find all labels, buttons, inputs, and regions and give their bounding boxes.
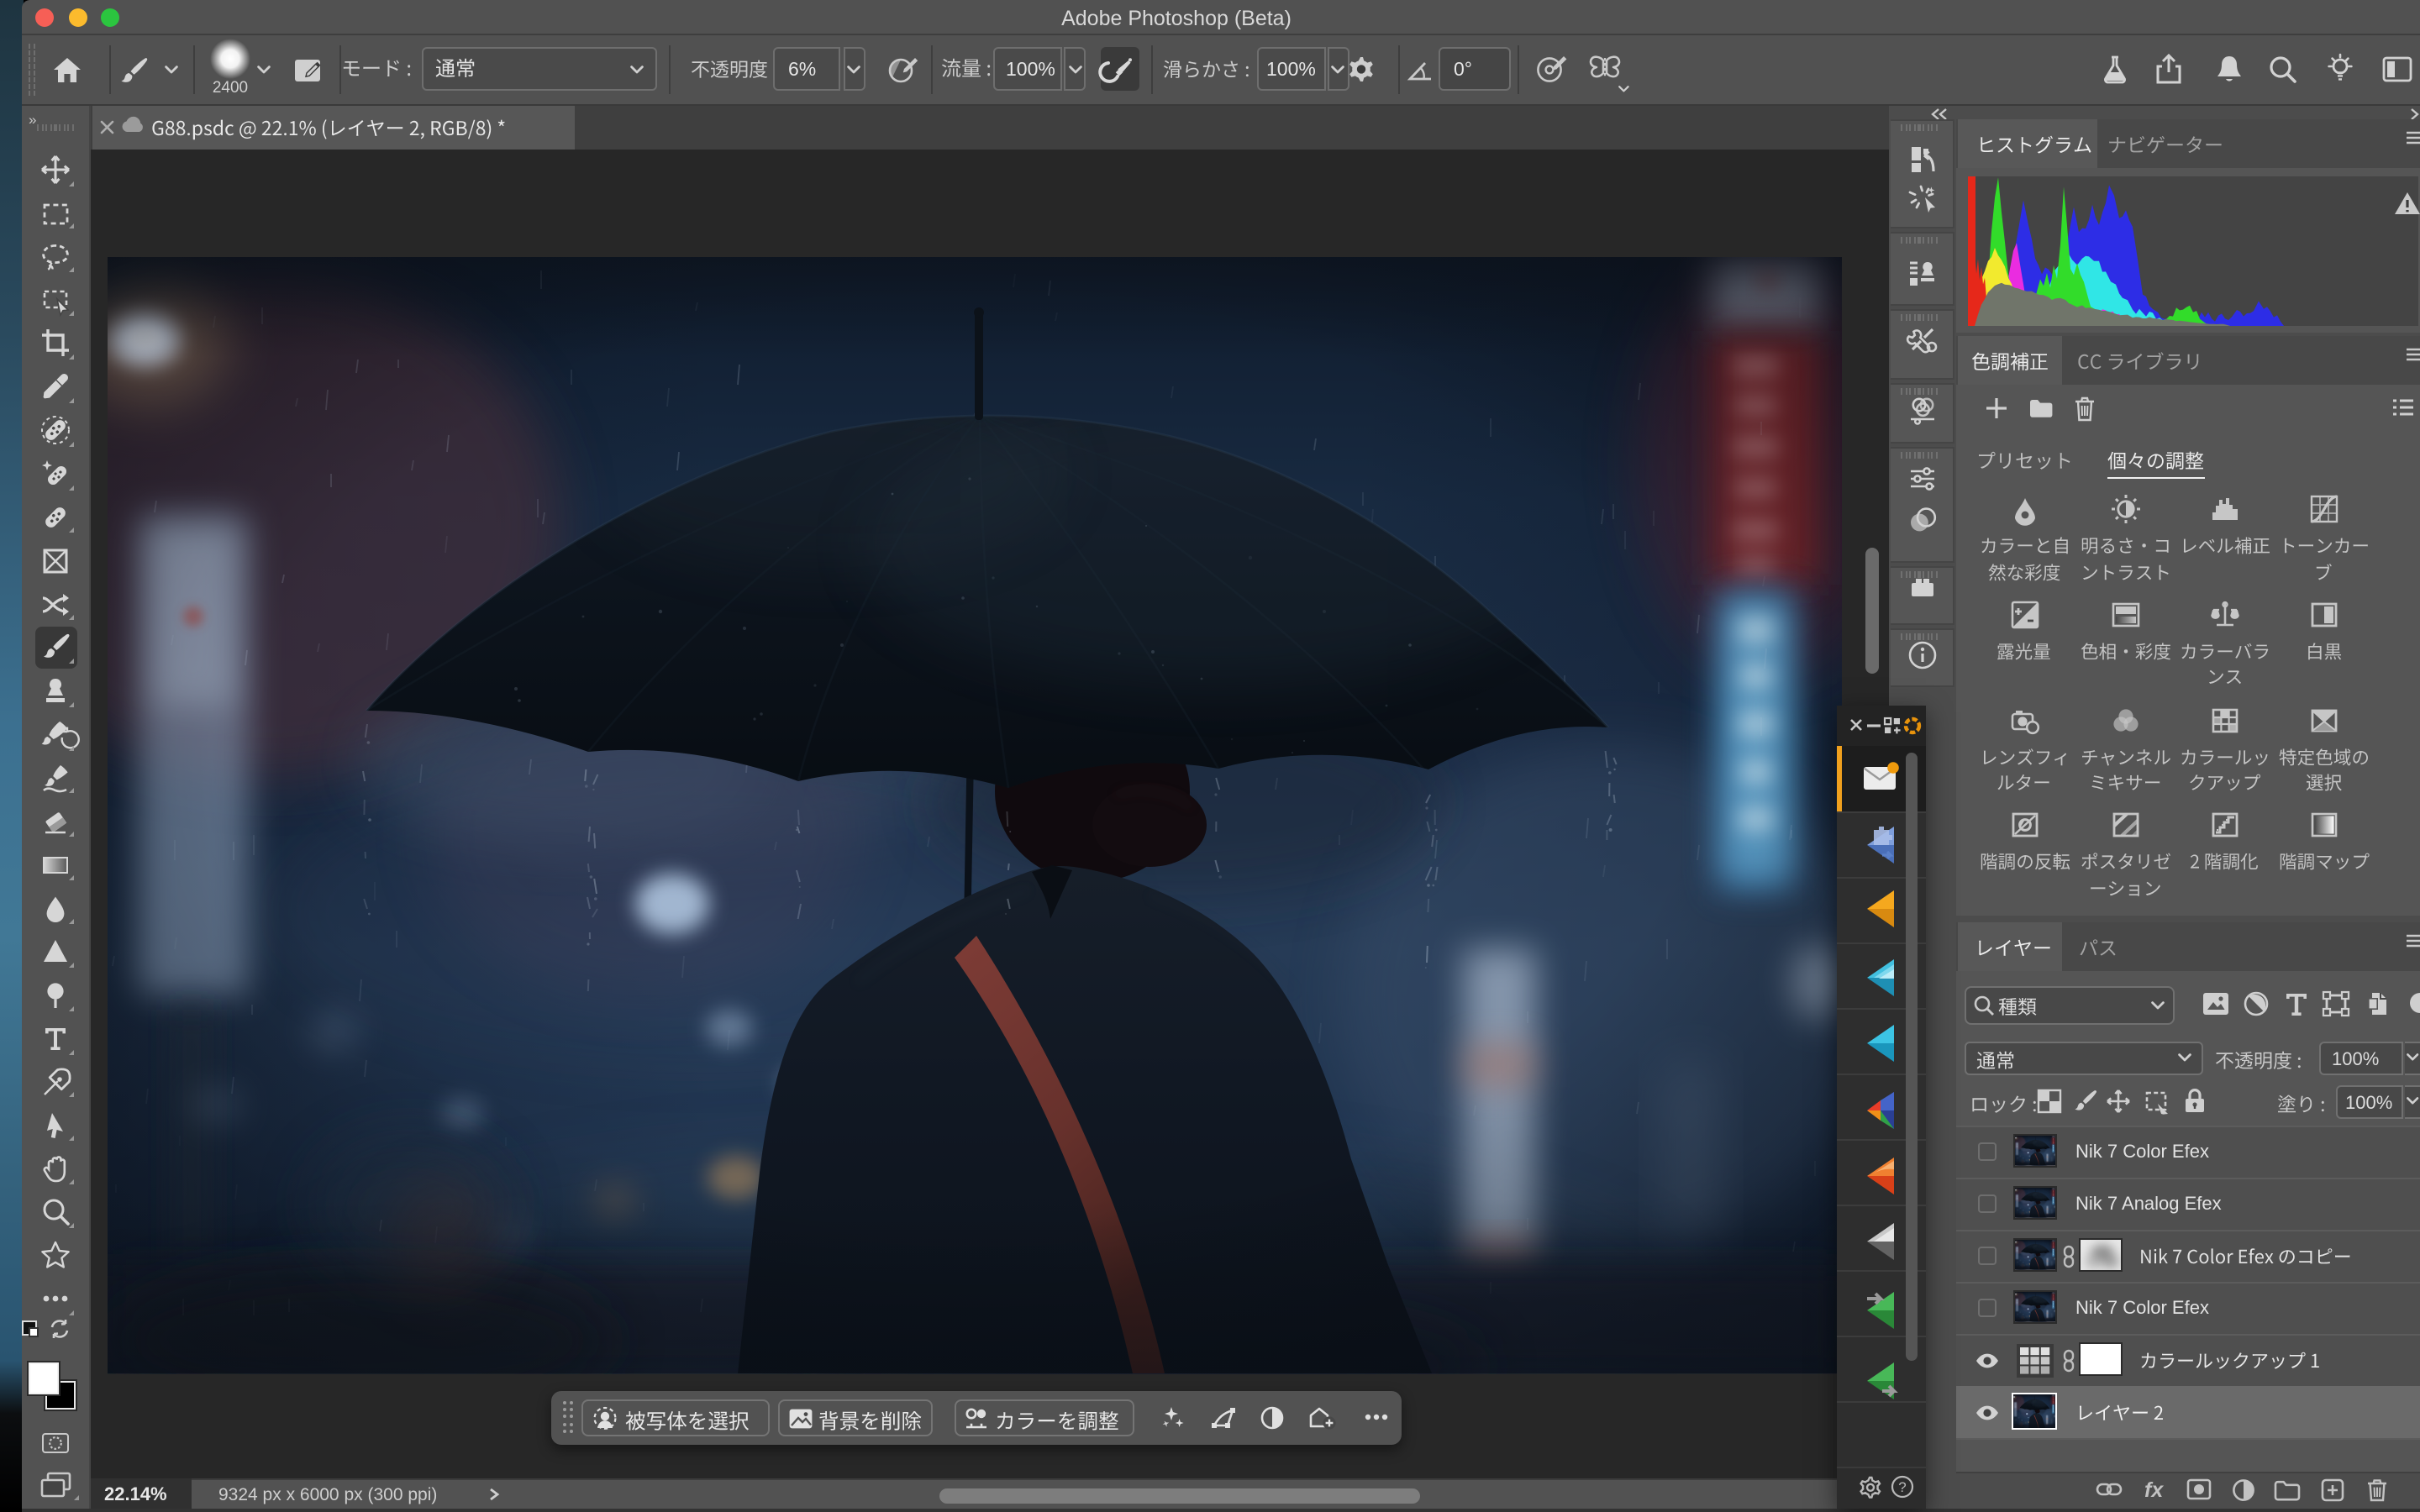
svg-text:?: ? — [1897, 1478, 1905, 1494]
